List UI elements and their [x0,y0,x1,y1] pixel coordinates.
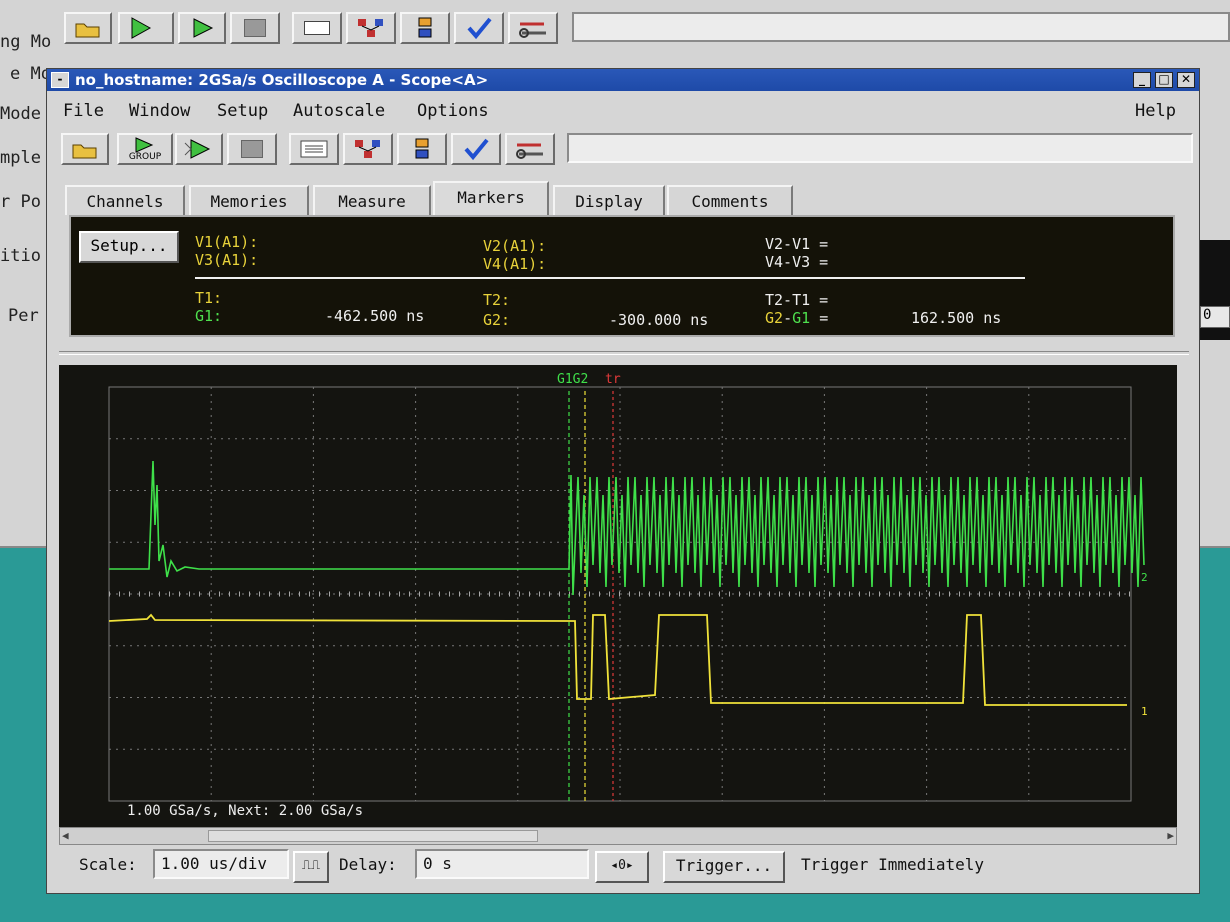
channel-1-marker[interactable]: 1 [1141,705,1148,718]
bg-label-3: Mode [0,104,41,124]
tab-measure[interactable]: Measure [313,185,431,215]
v2-v1-label: V2-V1 = [765,235,829,253]
g2-label: G2: [483,311,511,329]
trigger-button[interactable]: Trigger... [663,851,785,883]
group-label: GROUP [128,151,162,162]
stop-icon[interactable] [227,133,277,165]
waveform-display[interactable]: G1G2 tr 2 1 1.00 GSa/s, Next: 2.00 GSa/s [59,365,1177,827]
menu-options[interactable]: Options [417,101,489,121]
toolbar-status-field[interactable] [567,133,1193,163]
scale-input[interactable]: 1.00 us/div [153,849,289,879]
minimize-button[interactable]: _ [1133,72,1151,88]
g2-value: -300.000 ns [609,311,709,329]
scrollbar-thumb[interactable] [208,830,538,842]
v4-label: V4(A1): [483,255,547,273]
bottom-controls: Scale: 1.00 us/div ⎍⎍ Delay: 0 s ◂0▸ Tri… [59,847,1177,891]
close-button[interactable]: ✕ [1177,72,1195,88]
window-menu-button[interactable]: - [51,72,69,88]
g1g2-marker-label: G1G2 [557,372,588,387]
tools-icon[interactable] [505,133,555,165]
bg-tools-icon[interactable] [508,12,558,44]
menu-autoscale[interactable]: Autoscale [293,101,385,121]
t1-label: T1: [195,289,223,307]
scale-stepper-icon[interactable]: ⎍⎍ [293,851,329,883]
bg-run-group-icon[interactable] [118,12,174,44]
toolbar: GROUP [47,129,1199,169]
tree-icon[interactable] [397,133,447,165]
list-icon[interactable] [289,133,339,165]
channel-2-trace [109,460,1145,596]
channel-1-trace [108,613,1127,706]
maximize-button[interactable]: □ [1155,72,1173,88]
t2-label: T2: [483,291,511,309]
bg-label-5: r Po [0,192,41,212]
tab-display[interactable]: Display [553,185,665,215]
bg-label-1: ng Mo [0,32,52,52]
menu-file[interactable]: File [63,101,104,121]
bg-open-folder-icon[interactable] [64,12,112,44]
v4-v3-label: V4-V3 = [765,253,829,271]
title-bar[interactable]: - no_hostname: 2GSa/s Oscilloscope A - S… [47,69,1199,91]
bg-stop-icon[interactable] [230,12,280,44]
checkmark-icon[interactable] [451,133,501,165]
channel-2-marker[interactable]: 2 [1141,571,1148,584]
tab-channels[interactable]: Channels [65,185,185,215]
bg-label-6: itio [0,246,41,266]
t2-t1-label: T2-T1 = [765,291,829,309]
v1-label: V1(A1): [195,233,259,251]
waveform-svg: G1G2 tr 2 1 [108,372,1148,802]
scroll-right-icon[interactable]: ▶ [1167,829,1174,842]
bg-label-7: Per [8,306,39,326]
sample-rate-text: 1.00 GSa/s, Next: 2.00 GSa/s [127,803,364,819]
tab-comments[interactable]: Comments [667,185,793,215]
bg-checkmark-icon[interactable] [454,12,504,44]
v2-label: V2(A1): [483,237,547,255]
bg-toolbar-field [572,12,1230,42]
scope-window: - no_hostname: 2GSa/s Oscilloscope A - S… [46,68,1200,894]
window-title: no_hostname: 2GSa/s Oscilloscope A - Sco… [75,71,489,89]
run-icon[interactable] [175,133,223,165]
scroll-left-icon[interactable]: ◀ [62,829,69,842]
v3-label: V3(A1): [195,251,259,269]
horizontal-scrollbar[interactable]: ◀ ▶ [59,827,1177,845]
menu-help[interactable]: Help [1135,101,1176,121]
g2-g1-label: G2-G1 = [765,309,829,327]
tab-memories[interactable]: Memories [189,185,309,215]
bg-right-field: 0 [1200,306,1230,328]
traces [108,391,1145,801]
bg-list-icon[interactable] [292,12,342,44]
network-icon[interactable] [343,133,393,165]
g1-value: -462.500 ns [325,307,425,325]
delay-stepper[interactable]: ◂0▸ [595,851,649,883]
tab-bar: Channels Memories Measure Markers Displa… [61,181,1199,215]
bg-run-icon[interactable] [178,12,226,44]
g1-label: G1: [195,307,223,325]
markers-setup-button[interactable]: Setup... [79,231,179,263]
delay-label: Delay: [339,855,397,874]
markers-panel: Setup... V1(A1): V3(A1): V2(A1): V4(A1):… [69,215,1175,337]
trigger-marker-label: tr [605,372,621,387]
bg-tree-icon[interactable] [400,12,450,44]
delay-input[interactable]: 0 s [415,849,589,879]
g2-g1-value: 162.500 ns [911,309,1002,327]
run-group-icon[interactable]: GROUP [117,133,173,165]
graticule [108,386,1132,802]
bg-network-icon[interactable] [346,12,396,44]
scale-label: Scale: [79,855,137,874]
tab-markers[interactable]: Markers [433,181,549,215]
markers-separator [195,277,1025,279]
menu-setup[interactable]: Setup [217,101,268,121]
open-folder-icon[interactable] [61,133,109,165]
bg-label-4: mple [0,148,41,168]
menu-window[interactable]: Window [129,101,190,121]
trigger-status: Trigger Immediately [801,855,985,874]
menu-bar: File Window Setup Autoscale Options Help [47,93,1199,127]
panel-divider [59,351,1189,355]
delay-stepper-value: 0 [618,858,626,873]
